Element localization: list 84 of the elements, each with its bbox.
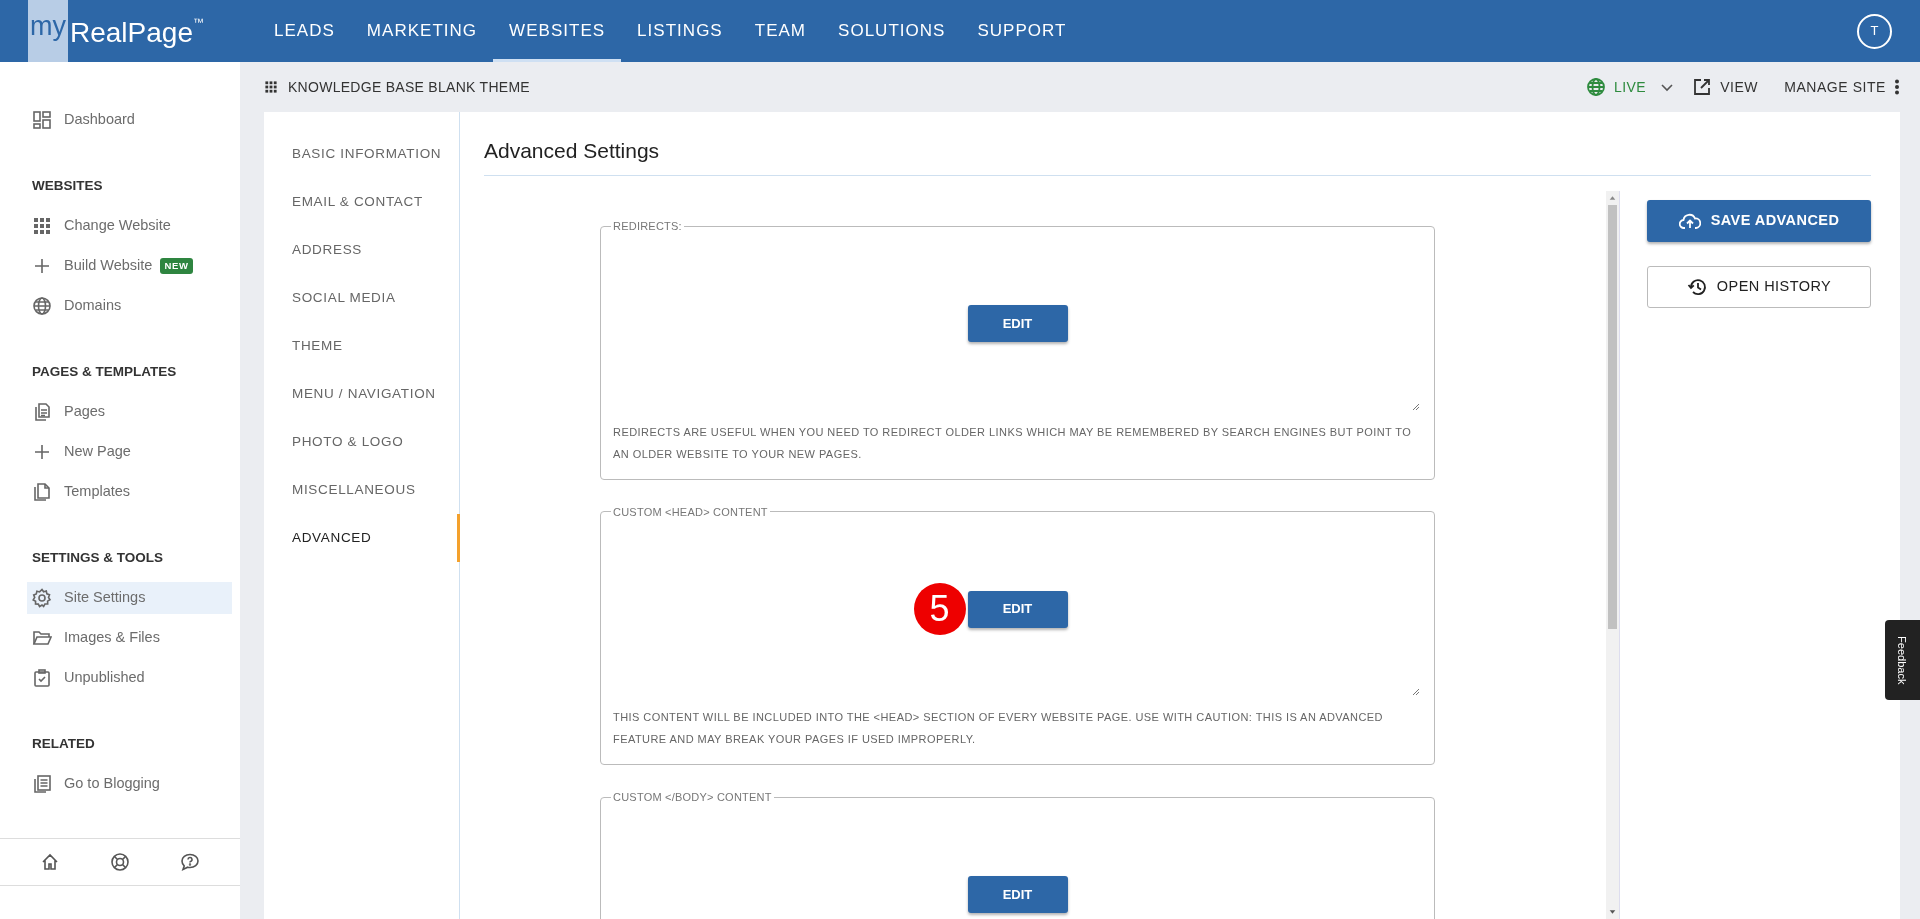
- fieldset-legend: REDIRECTS:: [611, 218, 684, 235]
- resize-grip-icon[interactable]: [1410, 686, 1420, 697]
- clipboard-check-icon: [32, 668, 52, 688]
- site-title: KNOWLEDGE BASE BLANK THEME: [288, 77, 530, 97]
- sidebar-item-label: Pages: [64, 402, 106, 422]
- folder-icon: [32, 628, 52, 648]
- section-heading: RELATED: [31, 734, 96, 753]
- nav-tab[interactable]: SUPPORT: [961, 0, 1083, 62]
- edit-button[interactable]: EDIT: [967, 876, 1068, 914]
- settings-tab[interactable]: MISCELLANEOUS: [264, 466, 460, 514]
- globe-icon: [32, 296, 52, 316]
- sidebar-item-label: Templates: [64, 482, 131, 502]
- section-heading: SETTINGS & TOOLS: [31, 548, 164, 567]
- settings-tab[interactable]: ADDRESS: [264, 226, 460, 274]
- cloud-upload-icon: [1678, 213, 1701, 230]
- help-text: THIS CONTENT WILL BE INCLUDED INTO THE <HEAD> SECTION OF EVERY WEBSITE PAGE. USE WITH CAUTION: THIS IS AN ADVANCED FEATURE AND MAY BREAK YOUR PAGES IF USED IMPROPERLY.: [613, 710, 1384, 748]
- settings-tab[interactable]: MENU / NAVIGATION: [264, 370, 460, 418]
- sidebar-item[interactable]: Site Settings: [27, 582, 232, 614]
- help-chat-icon[interactable]: [180, 852, 200, 872]
- lifebuoy-icon[interactable]: [110, 852, 130, 872]
- new-badge: NEW: [160, 257, 193, 275]
- logo[interactable]: my RealPage™: [28, 0, 204, 62]
- edit-button[interactable]: EDIT: [967, 305, 1068, 343]
- nav-tab[interactable]: LEADS: [258, 0, 351, 62]
- settings-tab[interactable]: EMAIL & CONTACT: [264, 178, 460, 226]
- sidebar-item-label: Images & Files: [64, 628, 160, 648]
- sidebar-item[interactable]: Templates: [27, 472, 232, 512]
- section-heading: WEBSITES: [31, 176, 104, 195]
- home-icon[interactable]: [40, 852, 60, 872]
- history-icon: [1686, 277, 1707, 298]
- sidebar-item-label: New Page: [64, 442, 131, 462]
- sidebar-item-label: Site Settings: [64, 588, 146, 608]
- plus-icon: [32, 256, 52, 276]
- copy-icon: [32, 482, 52, 502]
- nav-tab[interactable]: TEAM: [738, 0, 823, 62]
- document-list-icon: [32, 774, 52, 794]
- view-link[interactable]: VIEW: [1692, 76, 1759, 98]
- sidebar-item[interactable]: Images & Files: [27, 618, 232, 658]
- save-button[interactable]: SAVE ADVANCED: [1647, 200, 1871, 243]
- external-link-icon: [1692, 77, 1713, 97]
- sidebar-item[interactable]: Go to Blogging: [27, 764, 232, 804]
- page-title: Advanced Settings: [484, 112, 1871, 177]
- nav-tab[interactable]: MARKETING: [350, 0, 494, 62]
- sidebar-item[interactable]: Pages: [27, 392, 232, 432]
- plus-icon: [32, 442, 52, 462]
- settings-icon: [32, 588, 52, 608]
- grid-icon[interactable]: [264, 80, 278, 94]
- nav-tab[interactable]: WEBSITES: [493, 0, 622, 62]
- scrollbar[interactable]: [1606, 191, 1620, 919]
- live-status-dropdown[interactable]: LIVE: [1586, 76, 1675, 98]
- dashboard-icon: [32, 110, 52, 130]
- document-icon: [32, 402, 52, 422]
- manage-site-menu[interactable]: MANAGE SITE: [1784, 76, 1900, 98]
- sidebar-item-label: Change Website: [64, 216, 171, 236]
- sidebar-item[interactable]: Unpublished: [27, 658, 232, 698]
- sidebar-item-label: Build Website: [64, 256, 153, 276]
- section-heading: PAGES & TEMPLATES: [31, 362, 178, 381]
- feedback-tab[interactable]: Feedback: [1885, 620, 1920, 700]
- sidebar-item-label: Unpublished: [64, 668, 145, 688]
- settings-tab[interactable]: SOCIAL MEDIA: [264, 274, 460, 322]
- fieldset-legend: CUSTOM <HEAD> CONTENT: [611, 503, 770, 521]
- grid-icon: [32, 216, 52, 236]
- step-marker: 5: [913, 583, 966, 636]
- nav-tab[interactable]: SOLUTIONS: [822, 0, 962, 62]
- help-text: REDIRECTS ARE USEFUL WHEN YOU NEED TO REDIRECT OLDER LINKS WHICH MAY BE REMEMBERED BY SEARCH ENGINES BUT POINT TO AN OLDER WEBSITE TO YOUR NEW PAGES.: [613, 424, 1413, 462]
- sidebar-item[interactable]: Domains: [27, 286, 232, 326]
- settings-tab[interactable]: THEME: [264, 322, 460, 370]
- sidebar-item-label: Dashboard: [64, 110, 135, 130]
- globe-icon: [1586, 77, 1607, 97]
- history-button[interactable]: OPEN HISTORY: [1647, 266, 1871, 309]
- user-avatar[interactable]: T: [1857, 13, 1892, 49]
- settings-tab[interactable]: BASIC INFORMATION: [264, 130, 460, 178]
- settings-tab[interactable]: PHOTO & LOGO: [264, 418, 460, 466]
- more-vertical-icon: [1894, 79, 1900, 95]
- edit-button[interactable]: EDIT: [967, 590, 1068, 628]
- sidebar-item[interactable]: Change Website: [27, 206, 232, 246]
- sidebar-item[interactable]: New Page: [27, 432, 232, 472]
- sidebar-item[interactable]: Build Website NEW: [27, 246, 232, 286]
- nav-tab[interactable]: LISTINGS: [621, 0, 739, 62]
- sidebar-item[interactable]: Dashboard: [27, 100, 232, 140]
- sidebar-item-label: Domains: [64, 296, 122, 316]
- settings-tab[interactable]: ADVANCED: [264, 514, 460, 562]
- sidebar-item-label: Go to Blogging: [64, 774, 160, 794]
- fieldset-legend: CUSTOM </BODY> CONTENT: [611, 789, 774, 806]
